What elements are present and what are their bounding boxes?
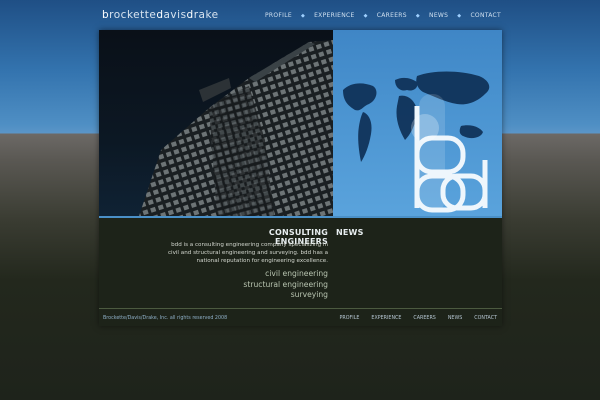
nav-separator-icon: ◆ xyxy=(363,12,368,19)
footer-nav-experience[interactable]: EXPERIENCE xyxy=(371,316,401,321)
nav-careers[interactable]: CAREERS xyxy=(377,12,407,19)
building-illustration xyxy=(139,40,333,216)
service-surveying[interactable]: surveying xyxy=(199,290,328,301)
footer-nav: PROFILE EXPERIENCE CAREERS NEWS CONTACT xyxy=(340,316,497,321)
nav-news[interactable]: NEWS xyxy=(429,12,448,19)
nav-experience[interactable]: EXPERIENCE xyxy=(314,12,355,19)
logo-text-rake: rake xyxy=(193,9,219,21)
intro-body-line-3: national reputation for engineering exce… xyxy=(196,258,328,264)
service-civil-engineering[interactable]: civil engineering xyxy=(199,269,328,280)
logo-initial-d2: d xyxy=(186,9,194,21)
footer-divider xyxy=(99,308,502,309)
logo-text-rockette: rockette xyxy=(109,9,157,21)
footer-nav-news[interactable]: NEWS xyxy=(448,316,462,321)
building-photo xyxy=(99,30,333,216)
site-logo[interactable]: brockettedavisdrake xyxy=(102,9,219,21)
world-map-panel xyxy=(333,30,502,216)
nav-separator-icon: ◆ xyxy=(457,12,462,19)
accent-divider xyxy=(99,216,502,218)
footer-nav-careers[interactable]: CAREERS xyxy=(413,316,435,321)
footer-nav-contact[interactable]: CONTACT xyxy=(474,316,497,321)
intro-body-line-1: bdd is a consulting engineering company … xyxy=(171,242,328,248)
logo-initial-d1: d xyxy=(156,9,164,21)
footer-nav-profile[interactable]: PROFILE xyxy=(340,316,360,321)
nav-contact[interactable]: CONTACT xyxy=(470,12,501,19)
world-map-icon xyxy=(343,71,490,213)
logo-text-avis: avis xyxy=(163,9,187,21)
service-structural-engineering[interactable]: structural engineering xyxy=(199,280,328,291)
main-panel: CONSULTING ENGINEERS bdd is a consulting… xyxy=(99,30,502,326)
copyright-text: Brockette/Davis/Drake, Inc. all rights r… xyxy=(103,316,228,321)
main-nav: PROFILE ◆ EXPERIENCE ◆ CAREERS ◆ NEWS ◆ … xyxy=(265,12,501,19)
services-list: civil engineering structural engineering… xyxy=(199,269,328,301)
intro-body-line-2: civil and structural engineering and sur… xyxy=(167,250,328,256)
intro-body: bdd is a consulting engineering company … xyxy=(159,241,328,265)
nav-separator-icon: ◆ xyxy=(415,12,421,19)
nav-profile[interactable]: PROFILE xyxy=(265,12,292,19)
nav-separator-icon: ◆ xyxy=(300,12,306,19)
news-title: NEWS xyxy=(336,228,364,237)
